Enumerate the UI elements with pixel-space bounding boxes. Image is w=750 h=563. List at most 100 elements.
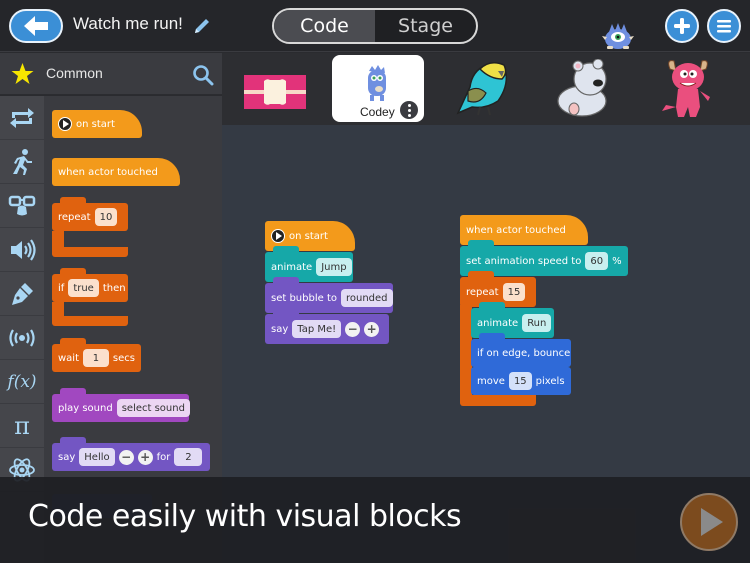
palette-block-if[interactable]: if true then <box>52 268 128 302</box>
block-notch <box>479 302 505 309</box>
bubble-style-select[interactable]: rounded <box>341 289 393 307</box>
block-label: when actor touched <box>466 224 566 236</box>
sound-select[interactable]: select sound <box>116 399 190 417</box>
animation-select[interactable]: Run <box>522 314 552 332</box>
play-button[interactable] <box>680 493 738 551</box>
say-text-input[interactable]: Tap Me! <box>292 320 342 338</box>
search-icon[interactable] <box>192 64 214 86</box>
top-bar: Watch me run! Code Stage <box>0 0 750 52</box>
say-text-input[interactable]: Hello <box>79 448 115 466</box>
block-label: if <box>58 282 65 294</box>
block-label: on start <box>289 230 328 242</box>
block-label: move <box>477 375 505 387</box>
say-duration-input[interactable]: 2 <box>174 448 203 466</box>
speaker-icon <box>11 238 36 261</box>
block-notch <box>468 271 494 278</box>
canvas-block-move[interactable]: move 15 pixels <box>471 361 571 395</box>
plus-button[interactable]: + <box>137 449 153 465</box>
category-header[interactable]: Common <box>0 53 222 95</box>
repeat-count-input[interactable]: 10 <box>94 208 118 226</box>
block-label: animate <box>477 317 519 329</box>
animation-select[interactable]: Jump <box>316 258 352 276</box>
play-icon <box>58 117 72 131</box>
actor-pink-monster[interactable] <box>656 57 720 121</box>
codey-actor-icon <box>368 65 386 101</box>
palette-block-play-sound[interactable]: play sound select sound <box>52 388 190 422</box>
block-notch <box>273 277 299 284</box>
move-pixels-input[interactable]: 15 <box>508 372 532 390</box>
category-looks[interactable] <box>0 184 44 228</box>
block-label: animate <box>271 261 313 273</box>
pi-icon: π <box>14 411 30 440</box>
tab-code[interactable]: Code <box>274 10 375 42</box>
broadcast-icon <box>9 328 35 347</box>
caption-text: Code easily with visual blocks <box>28 499 462 534</box>
palette-block-when-touched[interactable]: when actor touched <box>52 158 180 186</box>
category-functions[interactable]: f(x) <box>0 360 44 404</box>
category-label: Common <box>46 65 103 81</box>
actor-card-codey[interactable]: Codey <box>332 55 424 122</box>
canvas-block-say[interactable]: say Tap Me! − + <box>265 308 389 344</box>
function-icon: f(x) <box>7 371 37 392</box>
block-notch <box>60 437 86 444</box>
block-notch <box>273 246 299 253</box>
palette-block-wait[interactable]: wait 1 secs <box>52 338 141 372</box>
actor-strip: Codey <box>222 53 750 125</box>
palette-block-say[interactable]: say Hello − + for 2 <box>52 437 210 471</box>
if-c-bottom <box>52 316 128 326</box>
palette-block-repeat[interactable]: repeat 10 <box>52 197 128 231</box>
category-control[interactable] <box>0 96 44 140</box>
category-pen[interactable] <box>0 272 44 316</box>
block-notch <box>468 240 494 247</box>
loop-icon <box>10 107 34 128</box>
repeat-count-input[interactable]: 15 <box>502 283 526 301</box>
repeat-c-bottom <box>460 395 536 406</box>
category-sound[interactable] <box>0 228 44 272</box>
pencil-icon[interactable] <box>192 16 212 36</box>
block-label: repeat <box>58 211 91 223</box>
block-label: repeat <box>466 286 499 298</box>
hamburger-menu-icon <box>717 20 731 33</box>
block-notch <box>273 308 299 315</box>
block-label: set animation speed to <box>466 255 582 267</box>
wait-seconds-input[interactable]: 1 <box>83 349 109 367</box>
category-motion[interactable] <box>0 140 44 184</box>
block-label: wait <box>58 352 80 364</box>
background-thumbnail[interactable] <box>244 75 306 109</box>
more-vertical-icon[interactable] <box>400 101 418 119</box>
category-broadcast[interactable] <box>0 316 44 360</box>
pen-icon <box>12 282 33 305</box>
actor-polar-bear[interactable] <box>552 59 618 119</box>
block-label: then <box>102 282 126 294</box>
block-notch <box>479 361 505 368</box>
minus-button[interactable]: − <box>345 321 361 337</box>
block-notch <box>60 197 86 204</box>
speed-input[interactable]: 60 <box>585 252 609 270</box>
play-icon <box>271 229 285 243</box>
block-label: if on edge, bounce <box>477 347 571 359</box>
plus-button[interactable]: + <box>364 321 380 337</box>
caption-banner: Code easily with visual blocks <box>0 477 750 563</box>
menu-button[interactable] <box>707 9 741 43</box>
add-button[interactable] <box>665 9 699 43</box>
minus-button[interactable]: − <box>118 449 134 465</box>
project-title: Watch me run! <box>73 14 183 33</box>
tab-stage[interactable]: Stage <box>375 10 476 42</box>
block-label: say <box>271 323 289 335</box>
block-notch <box>479 333 505 340</box>
block-label: when actor touched <box>58 166 158 178</box>
block-label: % <box>612 255 622 267</box>
block-label: for <box>156 451 171 463</box>
repeat-c-bottom <box>52 247 128 257</box>
code-stage-toggle: Code Stage <box>272 8 478 44</box>
actor-parakeet[interactable] <box>450 57 514 119</box>
palette-block-on-start[interactable]: on start <box>52 110 142 138</box>
actor-name: Codey <box>360 105 395 119</box>
costume-disguise-icon <box>8 195 36 215</box>
back-button[interactable] <box>9 9 63 43</box>
block-label: say <box>58 451 76 463</box>
block-notch <box>60 338 86 345</box>
category-math[interactable]: π <box>0 404 44 448</box>
plus-icon <box>674 18 690 34</box>
if-condition-input[interactable]: true <box>68 279 99 297</box>
